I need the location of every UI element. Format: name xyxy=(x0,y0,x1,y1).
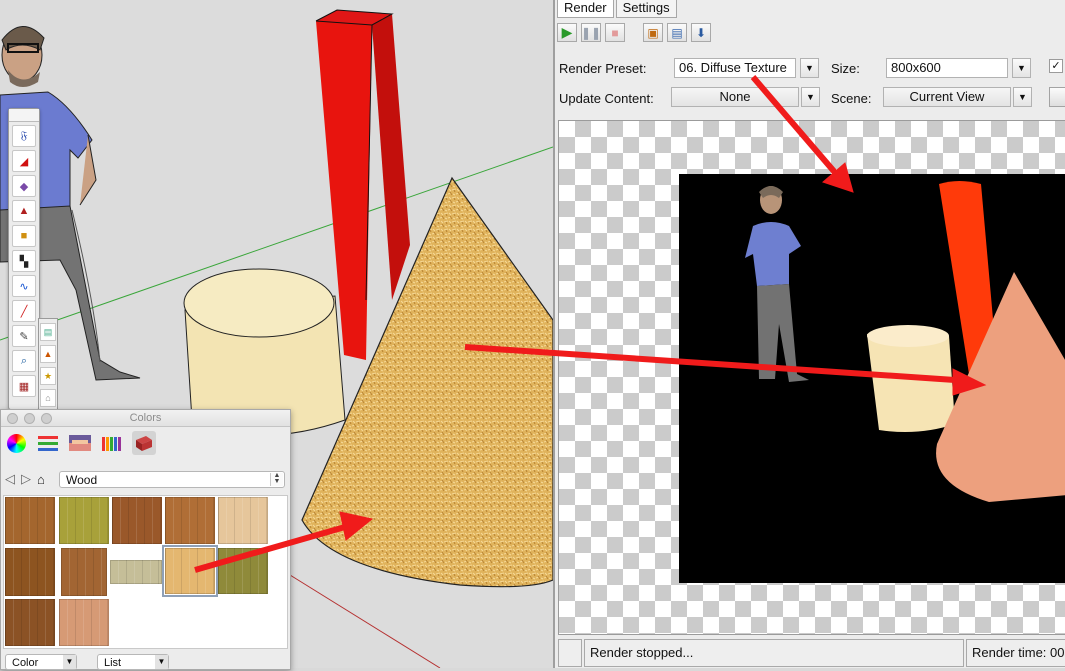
paint-tool-icon[interactable]: ■ xyxy=(12,225,36,247)
star-tool-icon[interactable]: ★ xyxy=(40,367,56,385)
material-swatch-grid xyxy=(3,495,288,649)
color-wheel-icon[interactable] xyxy=(4,431,28,455)
push-tool-icon[interactable]: ▲ xyxy=(40,345,56,363)
render-tabs: Render Settings xyxy=(557,0,679,18)
color-sliders-icon[interactable] xyxy=(36,431,60,455)
forward-arrow-icon[interactable]: ▷ xyxy=(21,471,31,487)
render-canvas[interactable] xyxy=(558,120,1065,635)
material-swatch[interactable] xyxy=(59,599,109,646)
render-toolbar: ▶ ❚❚ ■ ▣ ▤ ⬇ xyxy=(557,23,711,42)
material-swatch[interactable] xyxy=(112,497,162,544)
rendered-scene xyxy=(745,181,1065,502)
size-checkbox[interactable]: ✓ xyxy=(1049,59,1063,73)
update-content-label: Update Content: xyxy=(559,91,654,106)
back-arrow-icon[interactable]: ◁ xyxy=(5,471,15,487)
camera-icon[interactable] xyxy=(1049,87,1065,107)
render-output-image xyxy=(679,174,1065,583)
tool-palette-titlebar xyxy=(9,109,39,122)
pattern-tool-icon[interactable]: ▚ xyxy=(12,250,36,272)
material-category-value: Wood xyxy=(66,473,98,487)
material-swatch[interactable] xyxy=(218,548,268,594)
colors-nav: ◁ ▷ ⌂ xyxy=(5,471,45,487)
material-swatch[interactable] xyxy=(61,548,107,596)
material-swatch[interactable] xyxy=(5,497,55,544)
colors-panel-title: Colors xyxy=(129,412,162,424)
size-label: Size: xyxy=(831,61,860,76)
pause-icon[interactable]: ❚❚ xyxy=(581,23,601,42)
render-time: Render time: 00 xyxy=(966,639,1065,667)
home-icon[interactable]: ⌂ xyxy=(37,472,45,487)
scene-label: Scene: xyxy=(831,91,872,106)
material-swatch-selected[interactable] xyxy=(162,545,218,597)
scene-dropdown-button[interactable]: ▼ xyxy=(1013,87,1032,107)
status-indicator xyxy=(558,639,582,667)
export-render-icon[interactable]: ▤ xyxy=(667,23,687,42)
size-field[interactable]: 800x600 xyxy=(886,58,1008,78)
material-swatch[interactable] xyxy=(218,497,268,544)
color-mode-toolbar xyxy=(1,427,290,459)
colors-panel: Colors ◁ ▷ ⌂ Wood ▲ ▼ Color ▼ List ▼ xyxy=(0,409,291,670)
red-triangle-tool-icon[interactable]: ◢ xyxy=(12,150,36,172)
stop-icon[interactable]: ■ xyxy=(605,23,625,42)
scene-button[interactable]: Current View xyxy=(883,87,1011,107)
tab-settings[interactable]: Settings xyxy=(615,0,677,18)
status-bar: Render stopped... Render time: 00 xyxy=(558,639,1065,668)
brick-texture-icon[interactable] xyxy=(132,431,156,455)
curve-tool-icon[interactable]: ∿ xyxy=(12,275,36,297)
crayons-icon[interactable] xyxy=(100,431,124,455)
tab-render[interactable]: Render xyxy=(557,0,614,18)
red-axis xyxy=(289,574,441,668)
line-tool-icon[interactable]: ╱ xyxy=(12,300,36,322)
save-render-icon[interactable]: ▣ xyxy=(643,23,663,42)
play-icon[interactable]: ▶ xyxy=(557,23,577,42)
grid-tool-icon[interactable]: ▦ xyxy=(12,375,36,397)
material-category-select[interactable]: Wood ▲ ▼ xyxy=(59,471,285,488)
render-window: Render Settings ▶ ❚❚ ■ ▣ ▤ ⬇ Render Pres… xyxy=(553,0,1065,668)
render-preset-dropdown-button[interactable]: ▼ xyxy=(800,58,819,78)
layer-tool-icon[interactable]: ▤ xyxy=(40,323,56,341)
material-swatch[interactable] xyxy=(59,497,109,544)
section-tool-icon[interactable]: ▲ xyxy=(12,200,36,222)
status-message: Render stopped... xyxy=(584,639,964,667)
cube-tool-icon[interactable]: ◆ xyxy=(12,175,36,197)
material-swatch[interactable] xyxy=(5,599,55,646)
pencil-tool-icon[interactable]: ✎ xyxy=(12,325,36,347)
size-dropdown-button[interactable]: ▼ xyxy=(1012,58,1031,78)
material-swatch[interactable] xyxy=(5,548,55,596)
secondary-tool-palette: ▤ ▲ ★ ⌂ xyxy=(38,318,58,410)
render-settings-icon[interactable]: ⬇ xyxy=(691,23,711,42)
colors-titlebar[interactable]: Colors xyxy=(1,410,290,427)
material-swatch[interactable] xyxy=(165,497,215,544)
function-tool-icon[interactable]: 𝔉 xyxy=(12,125,36,147)
chevron-down-icon: ▼ xyxy=(63,655,76,669)
chevron-down-icon: ▼ xyxy=(155,655,168,669)
color-palettes-icon[interactable] xyxy=(68,431,92,455)
material-swatch[interactable] xyxy=(110,560,162,584)
view-mode-value: List xyxy=(104,657,122,669)
color-type-value: Color xyxy=(12,657,39,669)
house-tool-icon[interactable]: ⌂ xyxy=(40,389,56,407)
category-stepper-icon: ▲ ▼ xyxy=(270,472,283,486)
render-preset-label: Render Preset: xyxy=(559,61,647,76)
update-content-button[interactable]: None xyxy=(671,87,799,107)
update-content-dropdown-button[interactable]: ▼ xyxy=(801,87,820,107)
zoom-tool-icon[interactable]: ⌕ xyxy=(12,350,36,372)
render-preset-field[interactable]: 06. Diffuse Texture xyxy=(674,58,796,78)
tool-palette: 𝔉 ◢ ◆ ▲ ■ ▚ ∿ ╱ ✎ ⌕ ▦ xyxy=(8,108,40,410)
